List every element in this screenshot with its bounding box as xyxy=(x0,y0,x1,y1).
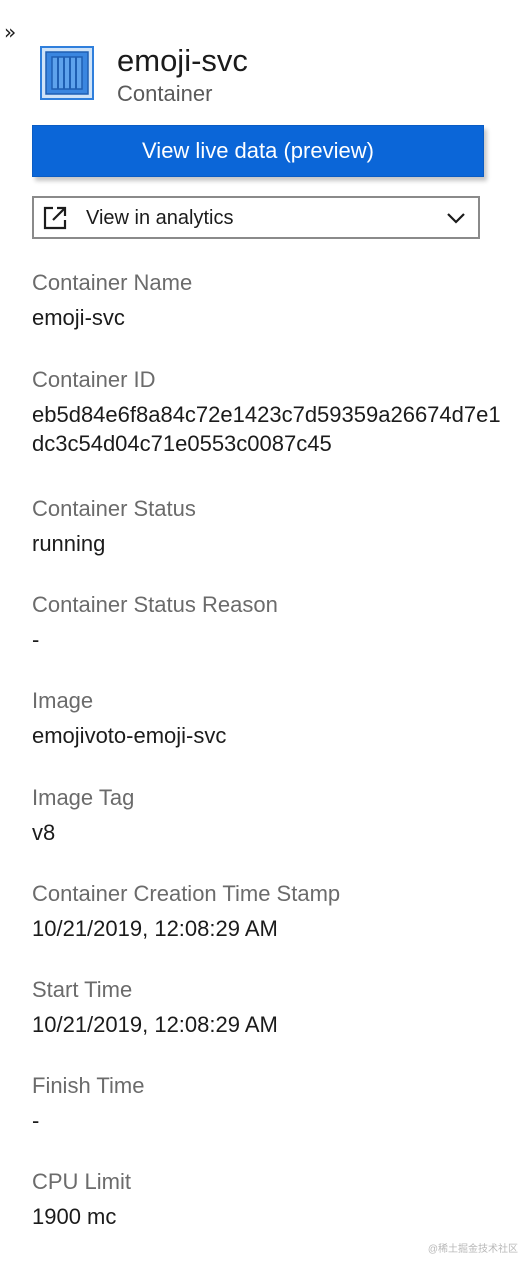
property-value: - xyxy=(32,1108,40,1133)
collapse-panel-button[interactable]: » xyxy=(4,22,26,44)
page-title: emoji-svc xyxy=(117,43,248,78)
property-start-time: Start Time 10/21/2019, 12:08:29 AM xyxy=(32,973,512,1039)
page-subtitle: Container xyxy=(117,81,213,106)
panel-header: emoji-svc Container xyxy=(40,40,500,110)
property-label: Finish Time xyxy=(32,1073,145,1098)
property-value: - xyxy=(32,627,40,652)
property-label: Container Status Reason xyxy=(32,592,278,617)
property-value: emoji-svc xyxy=(32,305,125,330)
property-image-tag: Image Tag v8 xyxy=(32,781,512,847)
property-container-creation-time-stamp: Container Creation Time Stamp 10/21/2019… xyxy=(32,877,512,943)
property-finish-time: Finish Time - xyxy=(32,1069,512,1135)
view-in-analytics-dropdown[interactable]: View in analytics xyxy=(32,196,480,239)
property-label: Image Tag xyxy=(32,785,135,810)
property-container-name: Container Name emoji-svc xyxy=(32,266,512,332)
property-label: Container Creation Time Stamp xyxy=(32,881,341,906)
property-value: v8 xyxy=(32,820,56,845)
property-value: 10/21/2019, 12:08:29 AM xyxy=(32,916,278,941)
property-container-id: Container ID eb5d84e6f8a84c72e1423c7d593… xyxy=(32,363,512,458)
external-link-icon xyxy=(43,206,67,230)
property-label: CPU Limit xyxy=(32,1169,132,1194)
chevron-down-icon xyxy=(447,213,465,224)
property-value: 10/21/2019, 12:08:29 AM xyxy=(32,1012,278,1037)
property-container-status-reason: Container Status Reason - xyxy=(32,588,512,654)
container-icon xyxy=(40,46,94,100)
property-container-status: Container Status running xyxy=(32,492,512,558)
property-label: Container Status xyxy=(32,496,196,521)
property-label: Image xyxy=(32,688,94,713)
property-label: Start Time xyxy=(32,977,133,1002)
property-value: 1900 mc xyxy=(32,1204,117,1229)
property-cpu-limit: CPU Limit 1900 mc xyxy=(32,1165,512,1231)
watermark: @稀土掘金技术社区 xyxy=(427,1244,518,1255)
property-value: emojivoto-emoji-svc xyxy=(32,723,227,748)
property-label: Container Name xyxy=(32,270,193,295)
property-label: Container ID xyxy=(32,367,156,392)
property-value: running xyxy=(32,531,106,556)
property-image: Image emojivoto-emoji-svc xyxy=(32,684,512,750)
view-live-data-button[interactable]: View live data (preview) xyxy=(32,125,484,177)
property-value: eb5d84e6f8a84c72e1423c7d59359a26674d7e1d… xyxy=(32,402,501,456)
view-in-analytics-label: View in analytics xyxy=(86,207,234,229)
